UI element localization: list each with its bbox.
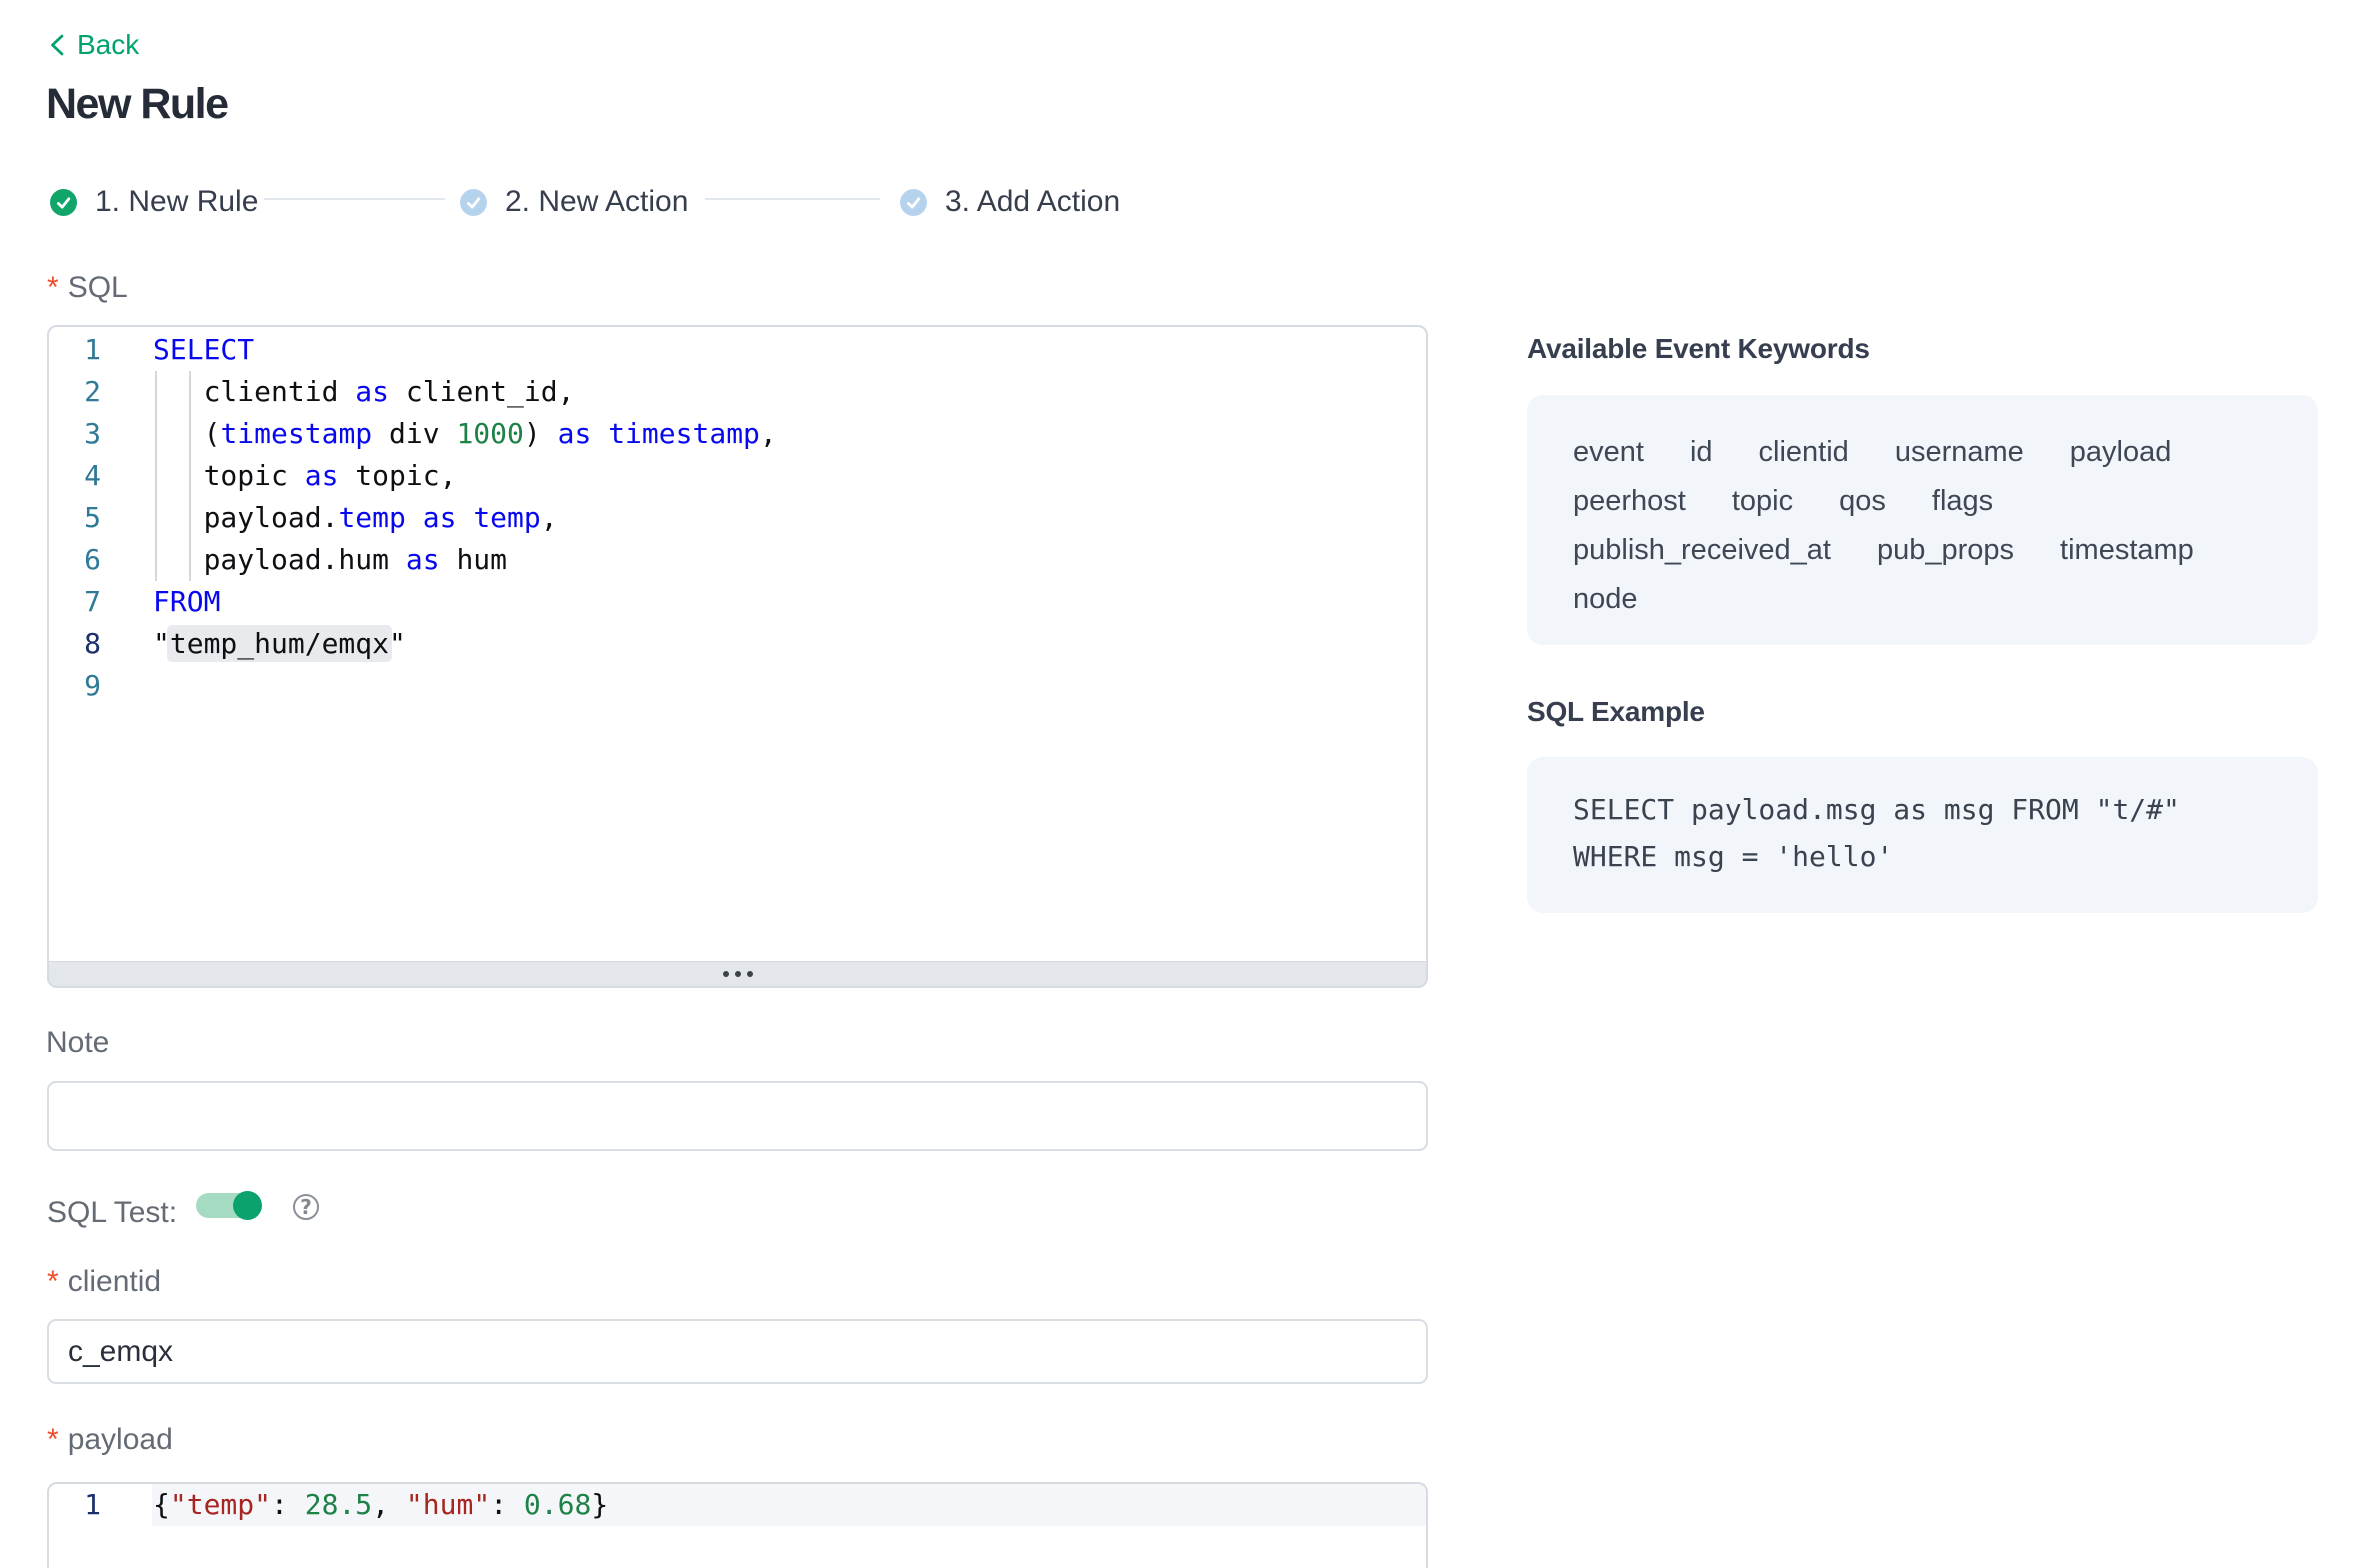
code-line-4: 4 topic as topic, xyxy=(49,455,1426,497)
event-keyword: username xyxy=(1895,428,2024,477)
code-line-9: 9 xyxy=(49,665,1426,707)
event-keywords-panel: eventid clientid username payload peerhost to… xyxy=(1527,395,2318,645)
indent-guide xyxy=(189,371,191,581)
line-number: 2 xyxy=(49,371,152,413)
payload-code-editor[interactable]: 1{"temp": 28.5, "hum": 0.68} xyxy=(47,1482,1428,1568)
event-keyword: payload xyxy=(2070,428,2172,477)
sql-example-line: WHERE msg = 'hello' xyxy=(1573,833,2272,880)
event-keyword: node xyxy=(1573,575,1638,624)
check-circle-icon xyxy=(50,189,77,216)
line-number: 5 xyxy=(49,497,152,539)
event-keyword: flags xyxy=(1932,477,1993,526)
code-line-5: 5 payload.temp as temp, xyxy=(49,497,1426,539)
code-line-1: 1SELECT xyxy=(49,329,1426,371)
required-asterisk: * xyxy=(47,271,59,304)
clientid-field-label: *clientid xyxy=(47,1266,161,1298)
code-line-7: 7FROM xyxy=(49,581,1426,623)
sql-example-panel: SELECT payload.msg as msg FROM "t/#"WHER… xyxy=(1527,757,2318,913)
back-button[interactable]: Back xyxy=(47,30,139,60)
editor-resize-handle[interactable] xyxy=(49,961,1426,986)
question-circle-icon[interactable]: ? xyxy=(293,1194,319,1220)
code-line-2: 2 clientid as client_id, xyxy=(49,371,1426,413)
chevron-left-icon xyxy=(47,32,65,58)
event-keyword: pub_props xyxy=(1877,526,2014,575)
required-asterisk: * xyxy=(47,1423,59,1456)
toggle-knob xyxy=(233,1191,262,1220)
note-input[interactable] xyxy=(47,1081,1428,1151)
step-label: 1. New Rule xyxy=(95,185,258,219)
event-keyword: qos xyxy=(1839,477,1886,526)
line-number: 9 xyxy=(49,665,152,707)
code-line-3: 3 (timestamp div 1000) as timestamp, xyxy=(49,413,1426,455)
line-number: 4 xyxy=(49,455,152,497)
step-connector xyxy=(264,198,445,200)
step-2-new-action[interactable]: 2. New Action xyxy=(460,185,688,219)
clientid-input[interactable]: c_emqx xyxy=(47,1319,1428,1384)
check-circle-icon xyxy=(460,189,487,216)
step-3-add-action[interactable]: 3. Add Action xyxy=(900,185,1120,219)
line-number: 7 xyxy=(49,581,152,623)
step-label: 2. New Action xyxy=(505,185,688,219)
indent-guide xyxy=(155,371,157,581)
line-number: 1 xyxy=(49,1484,152,1526)
sql-code-editor[interactable]: 1SELECT2 clientid as client_id,3 (timest… xyxy=(47,325,1428,988)
step-label: 3. Add Action xyxy=(945,185,1120,219)
sql-test-label: SQL Test: xyxy=(47,1197,177,1229)
sql-test-toggle[interactable] xyxy=(196,1193,257,1218)
required-asterisk: * xyxy=(47,1265,59,1298)
sql-field-label: *SQL xyxy=(47,272,128,304)
event-keyword: peerhost xyxy=(1573,477,1686,526)
line-number: 3 xyxy=(49,413,152,455)
payload-field-label: *payload xyxy=(47,1424,173,1456)
step-connector xyxy=(705,198,880,200)
ellipsis-drag-handle-icon xyxy=(723,971,753,977)
code-line-6: 6 payload.hum as hum xyxy=(49,539,1426,581)
page-title: New Rule xyxy=(46,80,228,129)
sql-example-title: SQL Example xyxy=(1527,696,1705,728)
event-keyword: topic xyxy=(1732,477,1793,526)
event-keyword: event xyxy=(1573,428,1644,477)
code-line-8: 8"temp_hum/emqx" xyxy=(49,623,1426,665)
line-number: 6 xyxy=(49,539,152,581)
back-label: Back xyxy=(77,30,139,60)
code-line-1: 1{"temp": 28.5, "hum": 0.68} xyxy=(49,1484,1426,1526)
available-event-keywords-title: Available Event Keywords xyxy=(1527,333,1870,365)
event-keyword: timestamp xyxy=(2060,526,2194,575)
line-number: 8 xyxy=(49,623,152,665)
note-field-label: Note xyxy=(46,1027,109,1059)
check-circle-icon xyxy=(900,189,927,216)
step-1-new-rule[interactable]: 1. New Rule xyxy=(50,185,258,219)
line-number: 1 xyxy=(49,329,152,371)
sql-example-line: SELECT payload.msg as msg FROM "t/#" xyxy=(1573,786,2272,833)
event-keyword: publish_received_at xyxy=(1573,526,1831,575)
event-keyword: id xyxy=(1690,428,1713,477)
event-keyword: clientid xyxy=(1759,428,1849,477)
